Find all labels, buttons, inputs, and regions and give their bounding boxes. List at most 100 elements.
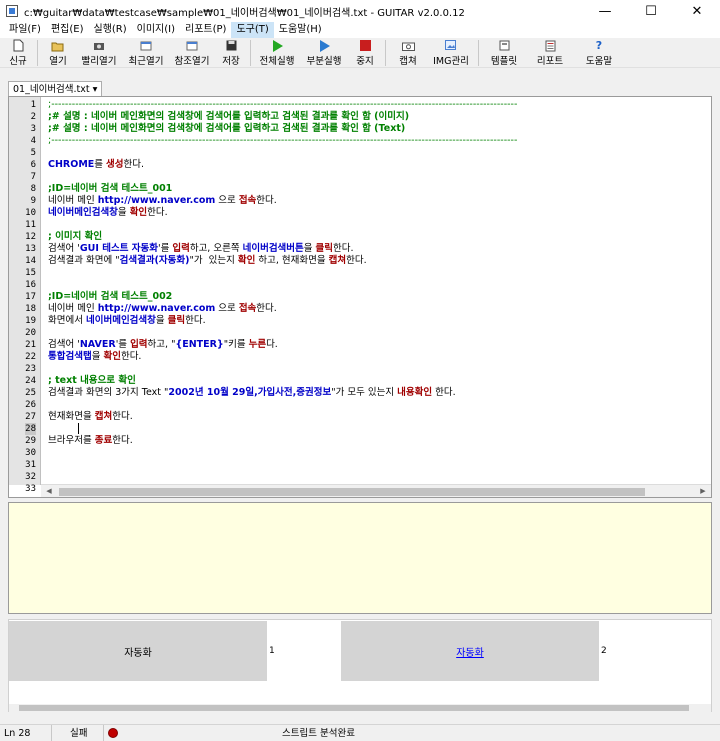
result-image-1[interactable]: 자동화: [9, 621, 267, 681]
code-line[interactable]: ; text 내용으로 확인: [48, 375, 136, 387]
capture-button[interactable]: 캡쳐: [389, 38, 427, 68]
line-number: 23: [25, 364, 36, 374]
code-line[interactable]: ; 이미지 확인: [48, 231, 102, 243]
quick-open-button[interactable]: 빨리열기: [75, 38, 123, 68]
new-file-icon: [13, 39, 24, 52]
code-token: http://www.naver.com: [97, 195, 216, 206]
code-area[interactable]: ;---------------------------------------…: [42, 97, 711, 485]
line-number: 13: [25, 244, 36, 254]
menu-run[interactable]: 실행(R): [89, 22, 132, 38]
result-link-2[interactable]: 자동화: [456, 644, 484, 659]
script-editor[interactable]: 1 2 3 4 5 6 7 8 9 10 11 12 13 14 15 16 17 18 19 20 21 22 23 24 2…: [8, 96, 712, 498]
menu-help[interactable]: 도움말(H): [274, 22, 327, 38]
scroll-left-icon[interactable]: ◀: [41, 485, 57, 497]
code-token: 검색어 ': [48, 243, 80, 254]
scroll-right-icon[interactable]: ▶: [695, 485, 711, 497]
line-number: 9: [30, 196, 36, 206]
menu-report[interactable]: 리포트(P): [180, 22, 231, 38]
line-number: 17: [25, 292, 36, 302]
editor-horizontal-scrollbar[interactable]: ◀ ▶: [41, 484, 711, 497]
code-token: 으로: [215, 195, 239, 206]
reference-open-label: 참조열기: [174, 56, 210, 67]
menu-file[interactable]: 파일(F): [4, 22, 46, 38]
menu-edit[interactable]: 편집(E): [46, 22, 89, 38]
status-message: 스트립트 분석완료: [282, 727, 355, 739]
code-token: 2002년 10월 29일,가입사전,증권정보: [168, 387, 332, 398]
code-line[interactable]: 네이버 메인 http://www.naver.com 으로 접속한다.: [48, 303, 277, 315]
maximize-button[interactable]: ☐: [628, 0, 674, 22]
output-panel: [8, 502, 712, 614]
tab-file[interactable]: 01_네이버검색.txt ▾: [8, 81, 103, 96]
line-number: 26: [25, 400, 36, 410]
help-label: 도움말: [585, 56, 613, 67]
recent-open-button[interactable]: 최근열기: [123, 38, 169, 68]
close-button[interactable]: ✕: [674, 0, 720, 22]
code-line[interactable]: ;ID=네이버 검색 테스트_001: [48, 183, 172, 195]
new-button[interactable]: 신규: [2, 38, 34, 68]
new-label: 신규: [9, 56, 27, 67]
chevron-down-icon[interactable]: ▾: [93, 83, 98, 96]
code-token: ;# 설명 : 네이버 메인화면의 검색창에 검색어를 입력하고 검색된 결과를…: [48, 123, 406, 134]
help-button[interactable]: ? 도움말: [574, 38, 624, 68]
code-token: 한다.: [147, 207, 168, 218]
code-token: 확인: [129, 207, 148, 218]
code-token: 클릭: [167, 315, 186, 326]
code-line[interactable]: ;ID=네이버 검색 테스트_002: [48, 291, 172, 303]
toolbar-separator: [250, 40, 251, 66]
code-line[interactable]: CHROME를 생성한다.: [48, 159, 144, 171]
partial-run-button[interactable]: 부분실행: [300, 38, 348, 68]
code-token: 입력: [130, 339, 148, 350]
code-line[interactable]: ;---------------------------------------…: [48, 135, 517, 147]
code-line[interactable]: ;# 설명 : 네이버 메인화면의 검색창에 검색어를 입력하고 검색된 결과를…: [48, 123, 405, 135]
code-line[interactable]: ;# 설명 : 네이버 메인화면의 검색창에 검색어를 입력하고 검색된 결과를…: [48, 111, 409, 123]
code-line[interactable]: 검색어 'GUI 테스트 자동화'를 입력하고, 오른쪽 네이버검색버튼을 클릭…: [48, 243, 354, 255]
code-token: 한다.: [185, 315, 206, 326]
code-token: 클릭: [315, 243, 334, 254]
line-number: 29: [25, 436, 36, 446]
code-line[interactable]: 화면에서 네이버메인검색창을 클릭한다.: [48, 315, 206, 327]
save-button[interactable]: 저장: [215, 38, 247, 68]
code-token: 네이버메인검색창: [85, 315, 156, 326]
minimize-button[interactable]: —: [582, 0, 628, 22]
stop-button[interactable]: 중지: [348, 38, 382, 68]
code-line[interactable]: 현재화면을 캡쳐한다.: [48, 411, 133, 423]
open-button[interactable]: 열기: [41, 38, 75, 68]
code-line[interactable]: 네이버메인검색창을 확인한다.: [48, 207, 168, 219]
code-line[interactable]: 통합검색탭을 확인한다.: [48, 351, 141, 363]
run-all-label: 전체실행: [259, 56, 295, 67]
code-token: 한다.: [123, 159, 145, 170]
recent-open-label: 최근열기: [128, 56, 164, 67]
code-line[interactable]: 브라우저를 종료한다.: [48, 435, 133, 447]
code-token: {ENTER}: [175, 339, 224, 350]
save-label: 저장: [222, 56, 240, 67]
report-button[interactable]: 리포트: [526, 38, 574, 68]
scrollbar-thumb[interactable]: [19, 705, 689, 711]
line-number: 12: [25, 232, 36, 242]
line-number: 31: [25, 460, 36, 470]
run-all-button[interactable]: 전체실행: [254, 38, 300, 68]
code-token: 종료: [94, 435, 113, 446]
scrollbar-thumb[interactable]: [59, 488, 645, 496]
template-button[interactable]: 템플릿: [482, 38, 526, 68]
code-line[interactable]: 검색어 'NAVER'를 입력하고, "{ENTER}"키를 누른다.: [48, 339, 278, 351]
code-token: ; text 내용으로 확인: [48, 375, 136, 386]
code-token: 한다.: [120, 351, 142, 362]
code-token: 한다.: [112, 435, 133, 446]
line-number: 28: [25, 423, 36, 435]
image-manager-button[interactable]: IMG관리: [427, 38, 475, 68]
menu-tools[interactable]: 도구(T): [231, 22, 274, 38]
code-line[interactable]: 검색결과 화면의 3가지 Text "2002년 10월 29일,가입사전,증권…: [48, 387, 456, 399]
code-token: 한다.: [112, 411, 133, 422]
reference-open-button[interactable]: 참조열기: [169, 38, 215, 68]
code-token: 한다.: [333, 243, 354, 254]
menu-image[interactable]: 이미지(I): [132, 22, 180, 38]
code-line[interactable]: 네이버 메인 http://www.naver.com 으로 접속한다.: [48, 195, 277, 207]
results-horizontal-scrollbar[interactable]: [9, 704, 711, 712]
result-image-2[interactable]: 자동화: [341, 621, 599, 681]
code-token: 검색결과(자동화): [119, 255, 190, 266]
open-label: 열기: [49, 56, 67, 67]
code-token: 브라우저를: [48, 435, 95, 446]
code-line[interactable]: 검색결과 화면에 "검색결과(자동화)"가 있는지 확인 하고, 현재화면을 캡…: [48, 255, 367, 267]
code-line[interactable]: ;---------------------------------------…: [48, 99, 517, 111]
code-token: 접속: [238, 195, 257, 206]
